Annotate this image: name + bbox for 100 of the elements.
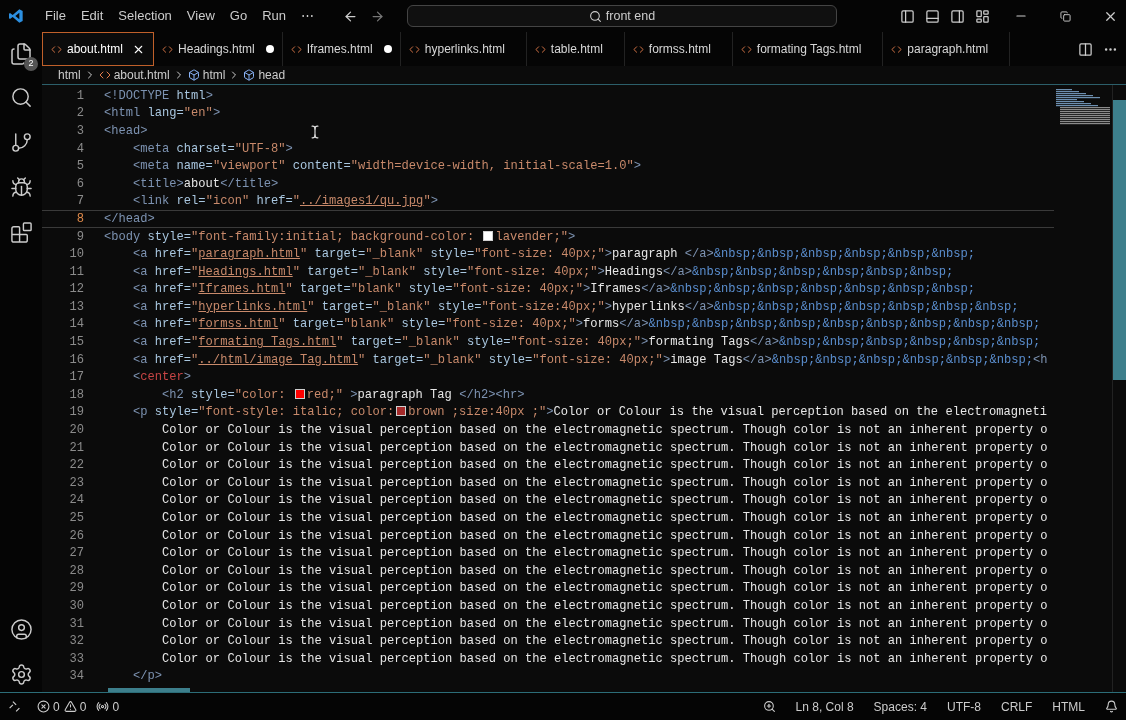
menu-item[interactable]: Run bbox=[255, 3, 293, 29]
bell-icon[interactable] bbox=[1105, 700, 1118, 713]
code-icon bbox=[891, 43, 903, 55]
forward-icon[interactable] bbox=[370, 8, 385, 24]
line-number: 17 bbox=[68, 371, 85, 384]
line-number: 34 bbox=[68, 670, 85, 683]
menu-item[interactable]: Edit bbox=[73, 3, 111, 29]
zoom-icon[interactable] bbox=[762, 700, 776, 713]
code-icon bbox=[290, 43, 302, 55]
code-text: Color or Colour is the visual perception based on the electromagnetic spectrum. Though color is not an inherent property o bbox=[161, 512, 1048, 525]
line-number: 10 bbox=[68, 248, 85, 261]
line-number: 30 bbox=[68, 599, 85, 613]
extensions-icon[interactable] bbox=[9, 221, 33, 244]
menu-item[interactable]: ⋯ bbox=[294, 3, 321, 29]
color-swatch[interactable] bbox=[483, 230, 494, 241]
code-icon bbox=[51, 43, 62, 55]
code-text: red;" >paragraph Tag </h2><hr> bbox=[306, 388, 525, 401]
code-text: Color or Colour is the visual perception based on the electromagnetic spectrum. Though color is not an inherent property o bbox=[161, 459, 1048, 472]
code-icon bbox=[632, 43, 644, 55]
code-text: <head> bbox=[104, 124, 148, 138]
line-number: 8 bbox=[75, 212, 85, 225]
search-icon bbox=[588, 9, 602, 23]
menu-item[interactable]: Selection bbox=[111, 3, 179, 29]
account-icon[interactable] bbox=[9, 618, 33, 641]
line-ending[interactable]: CRLF bbox=[1001, 697, 1033, 716]
line-number: 4 bbox=[75, 142, 85, 155]
code-text: <link rel="icon" href="../images1/qu.jpg"> bbox=[132, 195, 438, 208]
line-number: 33 bbox=[68, 652, 85, 665]
cursor-position[interactable]: Ln 8, Col 8 bbox=[795, 697, 854, 716]
editor-tab[interactable]: about.html bbox=[42, 32, 155, 66]
back-icon[interactable] bbox=[343, 8, 358, 24]
editor-tab[interactable]: table.html bbox=[526, 32, 625, 66]
editor-tab[interactable]: formss.html bbox=[624, 32, 733, 66]
bug-icon[interactable] bbox=[9, 176, 33, 199]
code-text: <meta charset="UTF-8"> bbox=[132, 142, 293, 155]
layout-icon[interactable] bbox=[975, 8, 990, 24]
line-number: 32 bbox=[68, 635, 85, 648]
restore-icon[interactable] bbox=[1060, 10, 1071, 22]
editor-tab[interactable]: Headings.html bbox=[154, 32, 283, 66]
minimap-drawing[interactable] bbox=[1054, 89, 1110, 125]
search-icon[interactable] bbox=[9, 86, 33, 109]
breadcrumb-item[interactable]: about.html bbox=[113, 66, 170, 84]
code-text: <a href="formating Tags.html" target="_blank" style="font-size: 40px;">formating Tags</a>&nbsp;&nbsp;&nbsp;&nbsp;&nbsp;&nbsp; bbox=[132, 336, 1041, 349]
editor-tab[interactable]: paragraph.html bbox=[883, 32, 1011, 66]
breadcrumb-item[interactable]: head bbox=[258, 66, 286, 84]
editor-tab[interactable]: Iframes.html bbox=[282, 32, 401, 66]
line-number: 31 bbox=[68, 617, 85, 630]
menu-item[interactable]: Go bbox=[222, 3, 255, 29]
breadcrumb-item[interactable]: html bbox=[58, 66, 81, 84]
code-icon bbox=[98, 69, 111, 81]
branch-icon[interactable] bbox=[9, 131, 33, 154]
menu-item[interactable]: View bbox=[179, 3, 222, 29]
line-number: 6 bbox=[75, 177, 85, 190]
line-number: 12 bbox=[68, 283, 85, 296]
code-text: <a href="formss.html" target="blank" style="font-size: 40px;">forms</a>&nbsp;&nbsp;&nbsp;&nbsp;&nbsp;&nbsp;&nbsp;&nbsp;&nbsp; bbox=[132, 318, 1041, 331]
horizontal-scrollbar-thumb[interactable] bbox=[108, 688, 190, 692]
code-text: lavender;"> bbox=[495, 230, 576, 243]
line-number: 13 bbox=[68, 300, 85, 313]
menu-item[interactable]: File bbox=[38, 3, 73, 29]
code-icon bbox=[162, 43, 174, 55]
line-number: 26 bbox=[68, 529, 85, 542]
sidebar-toggle-icon[interactable] bbox=[900, 8, 915, 24]
settings-icon[interactable] bbox=[9, 663, 33, 686]
line-number: 24 bbox=[68, 494, 85, 507]
indentation[interactable]: Spaces: 4 bbox=[873, 697, 927, 716]
line-number: 11 bbox=[68, 265, 85, 278]
split-editor-icon[interactable] bbox=[1078, 41, 1093, 57]
encoding[interactable]: UTF-8 bbox=[947, 697, 981, 716]
color-swatch[interactable] bbox=[294, 388, 305, 399]
code-text: Color or Colour is the visual perception based on the electromagnetic spectrum. Though color is not an inherent property o bbox=[161, 564, 1048, 577]
error-icon[interactable] bbox=[37, 700, 50, 713]
code-text: <a href="../html/image Tag.html" target="_blank" style="font-size: 40px;">image Tags</a>&nbsp;&nbsp;&nbsp;&nbsp;&nbsp;&nbsp;<h bbox=[132, 353, 1048, 366]
badge: 2 bbox=[24, 57, 38, 71]
secondary-sidebar-icon[interactable] bbox=[950, 8, 965, 24]
code-text: Color or Colour is the visual perception based on the electromagnetic spectrum. Though color is not an inherent property o bbox=[161, 476, 1048, 489]
code-text: <p style="font-style: italic; color: bbox=[132, 406, 395, 419]
breadcrumb-item[interactable]: html bbox=[202, 66, 226, 84]
line-number: 9 bbox=[75, 230, 85, 243]
color-swatch[interactable] bbox=[396, 406, 407, 417]
code-text: <!DOCTYPE html> bbox=[104, 89, 213, 102]
error-count[interactable]: 0 bbox=[53, 697, 60, 716]
warning-icon[interactable] bbox=[63, 700, 77, 713]
explorer-icon[interactable] bbox=[9, 42, 33, 66]
cube-icon bbox=[243, 69, 256, 81]
antenna-icon[interactable] bbox=[96, 700, 110, 713]
language-mode[interactable]: HTML bbox=[1052, 697, 1085, 716]
line-number: 28 bbox=[68, 564, 85, 577]
editor-tab[interactable]: hyperlinks.html bbox=[400, 32, 527, 66]
warning-count[interactable]: 0 bbox=[79, 697, 87, 716]
line-number: 25 bbox=[68, 512, 85, 525]
search-field[interactable]: front end bbox=[407, 5, 837, 27]
line-number: 2 bbox=[75, 107, 85, 120]
code-text: Color or Colour is the visual perception based on the electromagnetic spectrum. Though color is not an inherent property o bbox=[161, 635, 1048, 648]
line-number: 23 bbox=[68, 476, 85, 489]
editor-tab[interactable]: formating Tags.html bbox=[732, 32, 884, 66]
port-count[interactable]: 0 bbox=[112, 697, 120, 716]
panel-toggle-icon[interactable] bbox=[925, 8, 940, 24]
code-text: Color or Colour is the visual perception based on the electromagnetic spectrum. Though color is not an inherent property o bbox=[161, 441, 1048, 454]
scrollbar-thumb[interactable] bbox=[1113, 100, 1126, 380]
line-number: 15 bbox=[68, 336, 85, 349]
